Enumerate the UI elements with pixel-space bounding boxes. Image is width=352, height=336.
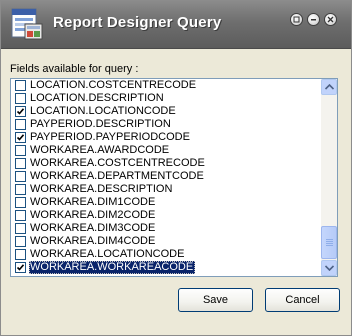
- field-row[interactable]: WORKAREA.DIM4CODE: [11, 235, 321, 248]
- cancel-button[interactable]: Cancel: [265, 288, 340, 312]
- field-label: WORKAREA.DIM3CODE: [30, 222, 156, 234]
- minimize-icon[interactable]: [307, 13, 320, 26]
- vertical-scrollbar[interactable]: [321, 79, 337, 276]
- field-row[interactable]: PAYPERIOD.PAYPERIODCODE: [11, 131, 321, 144]
- field-label: WORKAREA.DESCRIPTION: [30, 183, 173, 195]
- field-label: PAYPERIOD.PAYPERIODCODE: [30, 131, 190, 143]
- field-label: WORKAREA.DIM4CODE: [30, 235, 156, 247]
- checkbox-unchecked[interactable]: [15, 223, 26, 234]
- checkbox-checked[interactable]: [15, 262, 26, 273]
- chevron-down-icon: [325, 265, 334, 271]
- field-label: LOCATION.DESCRIPTION: [30, 92, 164, 104]
- checkbox-unchecked[interactable]: [15, 171, 26, 182]
- field-label: WORKAREA.DIM2CODE: [30, 209, 156, 221]
- checkbox-unchecked[interactable]: [15, 210, 26, 221]
- field-label: LOCATION.LOCATIONCODE: [30, 105, 176, 117]
- restore-icon[interactable]: [290, 13, 303, 26]
- save-button[interactable]: Save: [178, 288, 253, 312]
- field-row[interactable]: WORKAREA.DIM2CODE: [11, 209, 321, 222]
- checkbox-unchecked[interactable]: [15, 145, 26, 156]
- report-designer-query-window: Report Designer Query Fields available f…: [0, 0, 352, 336]
- field-row[interactable]: WORKAREA.DEPARTMENTCODE: [11, 170, 321, 183]
- checkbox-unchecked[interactable]: [15, 184, 26, 195]
- field-row[interactable]: WORKAREA.COSTCENTRECODE: [11, 157, 321, 170]
- checkbox-unchecked[interactable]: [15, 249, 26, 260]
- field-row[interactable]: WORKAREA.DIM1CODE: [11, 196, 321, 209]
- field-label: WORKAREA.AWARDCODE: [30, 144, 170, 156]
- scroll-thumb[interactable]: [321, 226, 337, 259]
- scroll-down-button[interactable]: [321, 260, 337, 276]
- field-row[interactable]: WORKAREA.LOCATIONCODE: [11, 248, 321, 261]
- checkbox-unchecked[interactable]: [15, 158, 26, 169]
- field-label: PAYPERIOD.DESCRIPTION: [30, 118, 171, 130]
- checkbox-checked[interactable]: [15, 132, 26, 143]
- check-icon: [16, 108, 25, 115]
- close-icon[interactable]: [324, 13, 337, 26]
- field-row[interactable]: LOCATION.LOCATIONCODE: [11, 105, 321, 118]
- field-label: WORKAREA.DIM1CODE: [30, 196, 156, 208]
- checkbox-unchecked[interactable]: [15, 197, 26, 208]
- fields-rows: LOCATION.COSTCENTRECODE LOCATION.DESCRIPT…: [11, 79, 321, 274]
- field-row[interactable]: LOCATION.COSTCENTRECODE: [11, 79, 321, 92]
- window-title: Report Designer Query: [53, 14, 222, 31]
- field-row[interactable]: PAYPERIOD.DESCRIPTION: [11, 118, 321, 131]
- field-label: LOCATION.COSTCENTRECODE: [30, 79, 197, 91]
- field-row[interactable]: WORKAREA.DIM3CODE: [11, 222, 321, 235]
- field-row[interactable]: WORKAREA.DESCRIPTION: [11, 183, 321, 196]
- checkbox-unchecked[interactable]: [15, 236, 26, 247]
- checkbox-unchecked[interactable]: [15, 93, 26, 104]
- field-label: WORKAREA.LOCATIONCODE: [30, 248, 185, 260]
- fields-checklist[interactable]: LOCATION.COSTCENTRECODE LOCATION.DESCRIPT…: [10, 78, 338, 277]
- field-row[interactable]: LOCATION.DESCRIPTION: [11, 92, 321, 105]
- fields-available-label: Fields available for query :: [10, 63, 139, 75]
- report-designer-app-icon: [11, 8, 43, 40]
- chevron-up-icon: [325, 84, 334, 90]
- field-row[interactable]: WORKAREA.WORKAREACODE: [11, 261, 321, 274]
- checkbox-unchecked[interactable]: [15, 119, 26, 130]
- scroll-up-button[interactable]: [321, 79, 337, 95]
- check-icon: [16, 264, 25, 271]
- field-label: WORKAREA.COSTCENTRECODE: [30, 157, 205, 169]
- field-row[interactable]: WORKAREA.AWARDCODE: [11, 144, 321, 157]
- checkbox-checked[interactable]: [15, 106, 26, 117]
- checkbox-unchecked[interactable]: [15, 80, 26, 91]
- title-bar[interactable]: Report Designer Query: [1, 1, 351, 49]
- check-icon: [16, 134, 25, 141]
- field-label: WORKAREA.WORKAREACODE: [29, 261, 196, 274]
- field-label: WORKAREA.DEPARTMENTCODE: [30, 170, 204, 182]
